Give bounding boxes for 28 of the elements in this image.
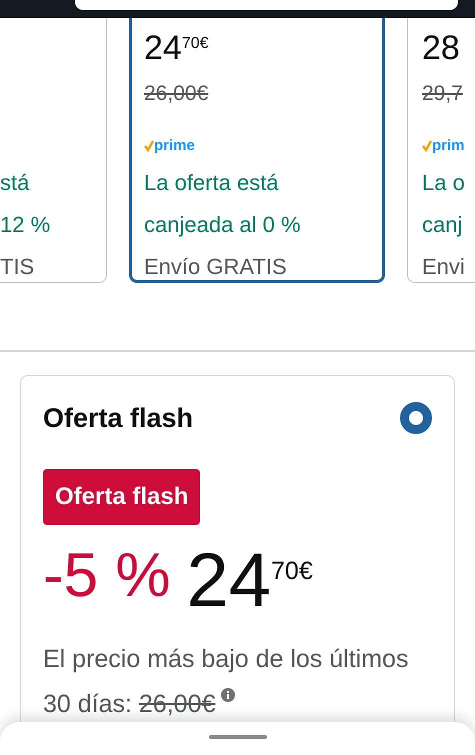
deal-badge: Oferta flash <box>43 468 200 524</box>
shipping-text: Envi <box>422 253 466 281</box>
radio-button[interactable] <box>400 402 432 434</box>
prime-label: prim <box>432 136 465 156</box>
deal-text: canj <box>422 211 464 239</box>
price-whole: 24 <box>144 28 182 68</box>
price-fraction: 70€ <box>182 34 209 54</box>
deal-text: 12 % <box>0 211 52 239</box>
check-icon <box>422 140 432 152</box>
deal-text: La o <box>422 169 466 197</box>
list-price: 26,00€ <box>144 82 208 105</box>
offer-card[interactable]: stá 12 % TIS <box>0 18 107 283</box>
deal-text: La oferta está <box>144 169 280 197</box>
shipping-text: Envío GRATIS <box>144 253 288 281</box>
list-price: 29,7 <box>422 82 463 105</box>
offer-title: Oferta flash <box>43 402 194 435</box>
offer-card[interactable]: 28 29,7 prim La o canj Envi <box>407 18 475 283</box>
prime-label: prime <box>154 136 195 156</box>
deal-text: stá <box>0 169 30 197</box>
price-whole: 28 <box>422 28 460 68</box>
price-whole: 24 <box>186 540 272 620</box>
drag-handle[interactable] <box>208 735 266 739</box>
info-icon[interactable] <box>221 688 236 702</box>
discount-text: -5 % <box>43 540 170 610</box>
price-fraction: 70€ <box>271 556 313 586</box>
shipping-text: TIS <box>0 253 36 281</box>
check-icon <box>144 140 154 152</box>
deal-text: canjeada al 0 % <box>144 211 302 239</box>
